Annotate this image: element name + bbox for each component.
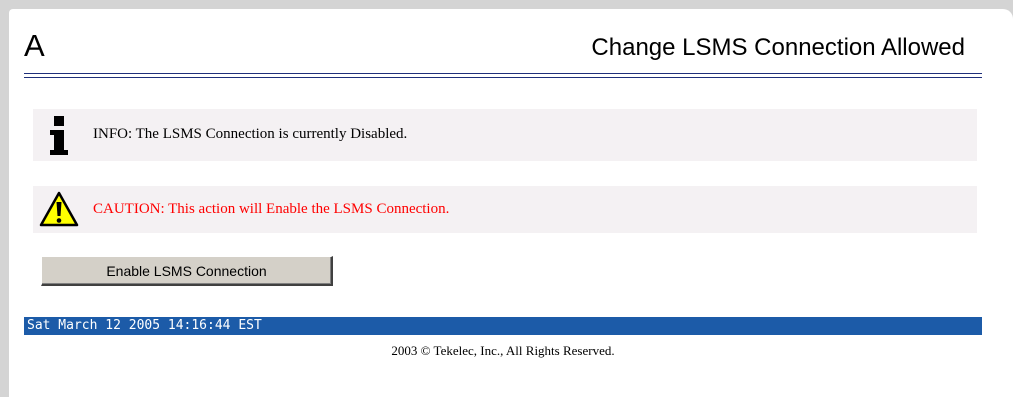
header-divider-top [24, 73, 982, 74]
status-bar: Sat March 12 2005 14:16:44 EST [24, 317, 982, 335]
info-icon [47, 114, 71, 156]
info-message: INFO: The LSMS Connection is currently D… [33, 109, 977, 161]
status-datetime: Sat March 12 2005 14:16:44 EST [27, 318, 262, 333]
enable-lsms-connection-button[interactable]: Enable LSMS Connection [41, 256, 333, 286]
caution-message: CAUTION: This action will Enable the LSM… [33, 186, 977, 233]
info-message-text: INFO: The LSMS Connection is currently D… [93, 126, 408, 142]
caution-message-text: CAUTION: This action will Enable the LSM… [93, 201, 450, 217]
warning-icon [39, 191, 79, 227]
logo: A [24, 28, 45, 63]
header-divider-bottom [24, 77, 982, 78]
copyright-footer: 2003 © Tekelec, Inc., All Rights Reserve… [391, 343, 615, 358]
page-title: Change LSMS Connection Allowed [591, 34, 965, 61]
